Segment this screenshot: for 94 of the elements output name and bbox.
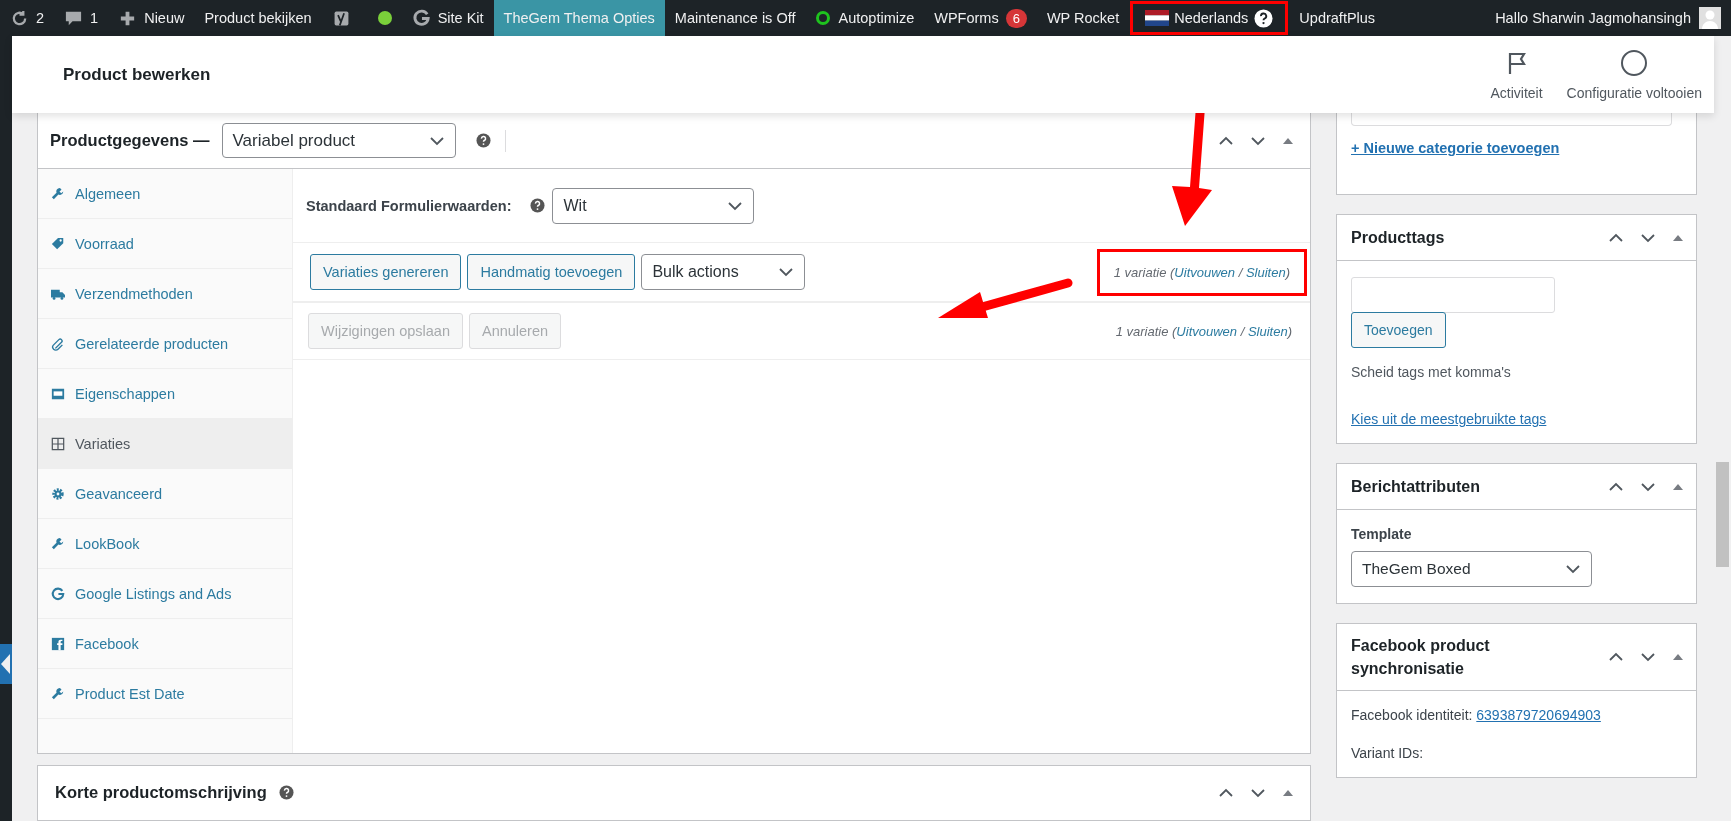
toolbar-menu-item[interactable]: WPForms 6 [924, 0, 1037, 36]
toolbar-menu-item[interactable]: Autoptimize [805, 0, 925, 36]
toolbar-menu-item[interactable]: 2 [0, 0, 55, 36]
gear-icon [51, 486, 65, 501]
variation-action-button[interactable]: Variaties genereren [310, 254, 462, 290]
help-icon [530, 198, 546, 213]
wrench-icon [51, 686, 65, 701]
help-icon [475, 133, 491, 148]
page-title: Product bewerken [63, 64, 212, 85]
chevron-up-icon [1608, 232, 1624, 243]
product-data-tab[interactable]: Geavanceerd [38, 469, 292, 519]
scrollbar-thumb[interactable] [1716, 462, 1729, 567]
header-action-button[interactable]: Activiteit [1478, 48, 1555, 101]
collapse-link[interactable]: Sluiten [1245, 264, 1286, 280]
product-data-tab[interactable]: Verzendmethoden [38, 269, 292, 319]
tag-icon [51, 236, 65, 251]
expand-link[interactable]: Uitvouwen [1174, 264, 1236, 280]
product-data-tab[interactable]: Gerelateerde producten [38, 319, 292, 369]
flag-icon [1145, 10, 1170, 26]
field-label: Template [1351, 526, 1413, 542]
panel-title: Facebook product synchronisatie [1351, 635, 1491, 679]
chevron-up-icon [1608, 652, 1624, 662]
facebook-id-text: Facebook identiteit: 6393879720694903 [1351, 707, 1602, 723]
chevron-down-icon [778, 267, 795, 277]
chevron-down-icon [1640, 652, 1656, 662]
g-logo-icon [411, 8, 431, 28]
wrench-icon [51, 186, 65, 201]
template-select[interactable]: TheGem Boxed [1351, 551, 1592, 587]
add-category-link[interactable]: + Nieuwe categorie toevoegen [1351, 140, 1682, 156]
product-data-tab[interactable]: Variaties [38, 419, 292, 469]
facebook-icon [51, 636, 65, 651]
product-data-tab[interactable]: Voorraad [38, 219, 292, 269]
chevron-down-icon [1565, 564, 1581, 574]
account-menu[interactable]: Hallo Sharwin Jagmohansingh [1485, 0, 1731, 36]
product-data-tab[interactable]: Google Listings and Ads [38, 569, 292, 619]
toolbar-menu-item[interactable]: Maintenance is Off [664, 0, 806, 36]
default-value-select[interactable]: Wit [552, 187, 755, 224]
product-data-tab[interactable]: LookBook [38, 519, 292, 569]
variation-count: 1 variatie (Uitvouwen / Sluiten) [1115, 323, 1292, 339]
header-action-button[interactable]: Configuratie voltooien [1554, 48, 1714, 101]
product-data-tab[interactable]: Product Est Date [38, 669, 292, 719]
most-used-tags-link[interactable]: Kies uit de meestgebruikte tags [1351, 411, 1682, 427]
bulk-actions-select[interactable]: Bulk actions [641, 254, 806, 290]
chevron-down-icon [1640, 481, 1656, 492]
chevron-up-icon [1218, 787, 1234, 798]
triangle-up-icon [1282, 136, 1294, 145]
panel-title: Productgegevens — [50, 131, 210, 150]
paperclip-icon [51, 336, 65, 351]
panel-title: Producttags [1351, 227, 1445, 248]
product-data-tab[interactable]: Algemeen [38, 169, 292, 219]
add-tag-button[interactable]: Toevoegen [1351, 312, 1446, 348]
triangle-up-icon [1672, 653, 1684, 661]
product-data-tab[interactable]: Facebook [38, 619, 292, 669]
triangle-up-icon [1672, 482, 1684, 491]
circle-icon [1620, 48, 1649, 77]
wrench-icon [51, 536, 65, 551]
input-field[interactable] [1351, 113, 1672, 126]
help-icon [1254, 8, 1274, 28]
chevron-down-icon [428, 135, 445, 146]
toolbar-menu-item[interactable]: WP Rocket [1036, 0, 1130, 36]
expand-link[interactable]: Uitvouwen [1176, 323, 1238, 339]
chevron-down-icon [1640, 232, 1656, 243]
triangle-up-icon [1282, 788, 1294, 797]
collapse-link[interactable]: Sluiten [1247, 323, 1288, 339]
ring-icon [815, 10, 832, 26]
triangle-up-icon [1672, 233, 1684, 242]
toolbar-menu-item[interactable]: Site Kit [401, 0, 494, 36]
chevron-down-icon [727, 200, 744, 211]
count-badge: 6 [1005, 8, 1027, 28]
toolbar-menu-item[interactable]: TheGem Thema Opties [493, 0, 665, 36]
chevron-up-icon [1218, 135, 1234, 146]
grid-icon [51, 436, 65, 451]
variant-ids-label: Variant IDs: [1351, 745, 1425, 761]
panel-title: Korte productomschrijving [55, 783, 267, 803]
panel-title: Berichtattributen [1351, 476, 1480, 497]
toolbar-menu-item[interactable]: Nederlands [1129, 0, 1290, 36]
facebook-id-link[interactable]: 6393879720694903 [1476, 707, 1601, 723]
toolbar-menu-item[interactable]: Nieuw [108, 0, 195, 36]
variation-action-button[interactable]: Handmatig toevoegen [467, 254, 636, 290]
product-type-select[interactable]: Variabel product [221, 123, 456, 158]
toolbar-menu-item[interactable]: 1 [54, 0, 109, 36]
toolbar-menu-item[interactable]: Product bekijken [194, 0, 322, 36]
help-icon [278, 785, 294, 801]
field-label: Standaard Formulierwaarden: [306, 197, 512, 214]
chevron-up-icon [1608, 481, 1624, 492]
variation-count: 1 variatie (Uitvouwen / Sluiten) [1096, 248, 1307, 296]
tag-input-field[interactable] [1351, 277, 1555, 313]
chevron-down-icon [1250, 787, 1266, 798]
refresh-icon [10, 8, 29, 28]
hint-text: Scheid tags met komma's [1351, 364, 1512, 380]
chevron-down-icon [1250, 135, 1266, 146]
window-icon [51, 386, 65, 401]
toolbar-menu-item[interactable]: UpdraftPlus [1289, 0, 1386, 36]
google-g-icon [51, 586, 65, 601]
